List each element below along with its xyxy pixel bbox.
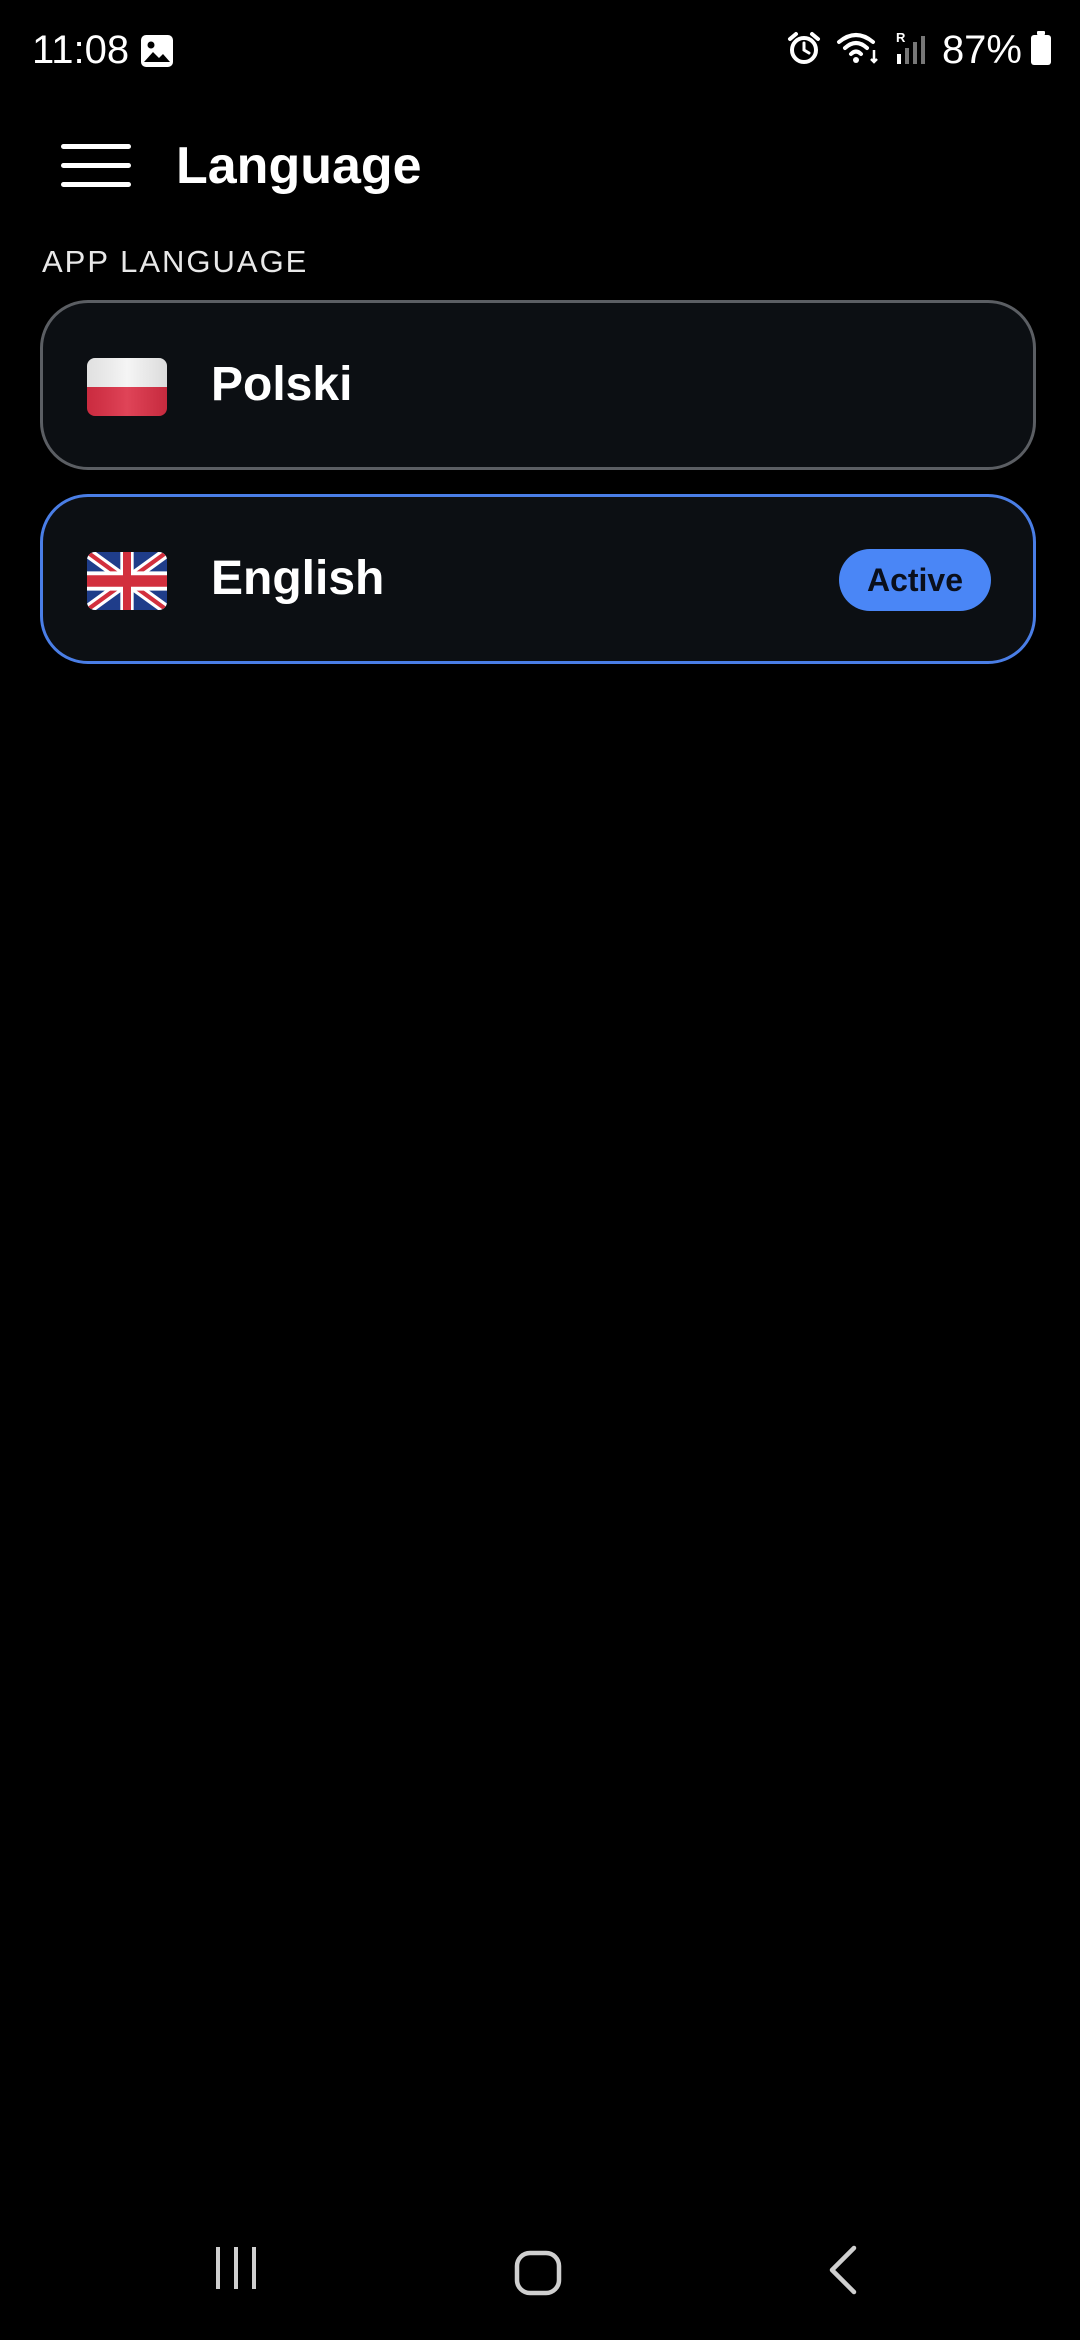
wifi-icon: [836, 30, 880, 71]
status-time: 11:08: [32, 28, 130, 72]
battery-percentage: 87%: [941, 28, 1022, 72]
language-name: Polski: [211, 358, 353, 411]
poland-flag-icon: [87, 358, 167, 416]
section-label: APP LANGUAGE: [42, 244, 309, 279]
svg-text:R: R: [896, 30, 906, 45]
page-title: Language: [176, 137, 422, 195]
alarm-icon: [786, 30, 822, 71]
language-option-english[interactable]: English Active: [40, 494, 1036, 664]
uk-flag-icon: [87, 552, 167, 610]
recents-icon[interactable]: [212, 2245, 260, 2296]
active-badge: Active: [838, 549, 991, 611]
status-icons: R 87%: [786, 24, 1052, 76]
battery-icon: [1030, 30, 1052, 71]
navigation-bar: [0, 2200, 1080, 2340]
hamburger-menu-icon[interactable]: [56, 136, 136, 196]
language-name: English: [211, 552, 385, 605]
back-icon[interactable]: [824, 2245, 864, 2300]
home-icon[interactable]: [514, 2250, 562, 2301]
status-bar: 11:08 R 87%: [0, 0, 1080, 100]
gallery-icon: [140, 34, 174, 68]
language-option-polski[interactable]: Polski: [40, 300, 1036, 470]
signal-icon: R: [894, 30, 928, 71]
